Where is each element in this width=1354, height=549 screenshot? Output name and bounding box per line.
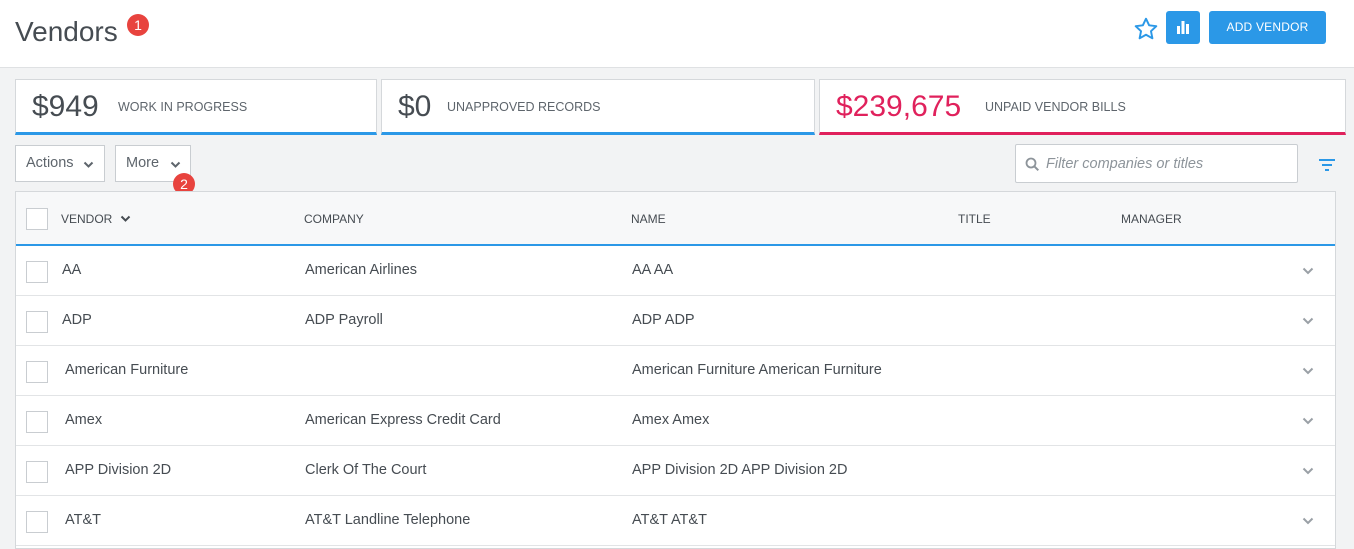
select-all-checkbox[interactable] bbox=[26, 208, 48, 230]
expand-row-chevron-icon[interactable] bbox=[1302, 517, 1314, 525]
stat-label: WORK IN PROGRESS bbox=[118, 100, 248, 114]
favorite-button[interactable] bbox=[1133, 16, 1159, 42]
stat-label: UNAPPROVED RECORDS bbox=[447, 100, 601, 114]
actions-label: Actions bbox=[26, 155, 74, 171]
add-vendor-button[interactable]: ADD VENDOR bbox=[1209, 11, 1326, 44]
filter-button[interactable] bbox=[1318, 157, 1336, 173]
cell-name: AT&T AT&T bbox=[632, 512, 707, 528]
cell-company: AT&T Landline Telephone bbox=[305, 512, 471, 528]
stat-card-unapproved-records[interactable]: $0 UNAPPROVED RECORDS bbox=[381, 79, 815, 135]
actions-dropdown[interactable]: Actions bbox=[15, 145, 105, 182]
vendors-table: VENDOR COMPANY NAME TITLE MANAGER AA Ame… bbox=[15, 191, 1336, 549]
cell-name: ADP ADP bbox=[632, 312, 695, 328]
search-box[interactable] bbox=[1015, 144, 1298, 183]
search-icon bbox=[1025, 157, 1040, 172]
table-row[interactable]: Amex American Express Credit Card Amex A… bbox=[16, 396, 1335, 446]
stat-card-work-in-progress[interactable]: $949 WORK IN PROGRESS bbox=[15, 79, 377, 135]
sort-chevron-icon[interactable] bbox=[120, 215, 131, 223]
page-header: Vendors 1 ADD VENDOR bbox=[0, 0, 1354, 68]
row-checkbox[interactable] bbox=[26, 461, 48, 483]
cell-company: Clerk Of The Court bbox=[305, 462, 427, 478]
cell-vendor[interactable]: American Furniture bbox=[65, 362, 188, 378]
column-header-company[interactable]: COMPANY bbox=[304, 212, 364, 226]
cell-vendor[interactable]: APP Division 2D bbox=[65, 462, 171, 478]
stat-amount: $239,675 bbox=[836, 90, 962, 123]
bar-chart-icon bbox=[1177, 21, 1189, 34]
cell-name: Amex Amex bbox=[632, 412, 710, 428]
cell-company: ADP Payroll bbox=[305, 312, 383, 328]
table-header: VENDOR COMPANY NAME TITLE MANAGER bbox=[16, 192, 1335, 246]
cell-company: American Airlines bbox=[305, 262, 418, 278]
notification-badge: 1 bbox=[127, 14, 149, 36]
page-title: Vendors bbox=[15, 16, 118, 47]
cell-vendor[interactable]: AT&T bbox=[65, 512, 101, 528]
star-icon bbox=[1134, 17, 1158, 40]
stat-amount: $949 bbox=[32, 90, 99, 123]
expand-row-chevron-icon[interactable] bbox=[1302, 367, 1314, 375]
table-row[interactable]: AT&T AT&T Landline Telephone AT&T AT&T bbox=[16, 496, 1335, 546]
cell-vendor[interactable]: ADP bbox=[62, 312, 92, 328]
table-row[interactable]: APP Division 2D Clerk Of The Court APP D… bbox=[16, 446, 1335, 496]
table-row[interactable]: ADP ADP Payroll ADP ADP bbox=[16, 296, 1335, 346]
cell-name: AA AA bbox=[632, 262, 674, 278]
expand-row-chevron-icon[interactable] bbox=[1302, 467, 1314, 475]
search-input[interactable] bbox=[1046, 153, 1291, 175]
cell-vendor[interactable]: Amex bbox=[65, 412, 102, 428]
column-header-vendor[interactable]: VENDOR bbox=[61, 212, 112, 226]
column-header-title[interactable]: TITLE bbox=[958, 212, 991, 226]
expand-row-chevron-icon[interactable] bbox=[1302, 267, 1314, 275]
table-row[interactable]: AA American Airlines AA AA bbox=[16, 246, 1335, 296]
row-checkbox[interactable] bbox=[26, 261, 48, 283]
table-row[interactable]: American Furniture American Furniture Am… bbox=[16, 346, 1335, 396]
stat-card-unpaid-vendor-bills[interactable]: $239,675 UNPAID VENDOR BILLS bbox=[819, 79, 1346, 135]
row-checkbox[interactable] bbox=[26, 511, 48, 533]
column-header-manager[interactable]: MANAGER bbox=[1121, 212, 1182, 226]
row-checkbox[interactable] bbox=[26, 361, 48, 383]
reports-button[interactable] bbox=[1166, 11, 1200, 44]
stat-label: UNPAID VENDOR BILLS bbox=[985, 100, 1126, 114]
cell-vendor[interactable]: AA bbox=[62, 262, 81, 278]
chevron-down-icon bbox=[83, 161, 94, 168]
cell-name: American Furniture American Furniture bbox=[632, 362, 882, 378]
cell-company: American Express Credit Card bbox=[305, 412, 501, 428]
expand-row-chevron-icon[interactable] bbox=[1302, 317, 1314, 325]
stat-amount: $0 bbox=[398, 90, 432, 123]
chevron-down-icon bbox=[170, 161, 181, 168]
filter-icon bbox=[1319, 159, 1335, 171]
column-header-name[interactable]: NAME bbox=[631, 212, 666, 226]
more-label: More bbox=[126, 155, 160, 171]
row-checkbox[interactable] bbox=[26, 311, 48, 333]
cell-name: APP Division 2D APP Division 2D bbox=[632, 462, 848, 478]
expand-row-chevron-icon[interactable] bbox=[1302, 417, 1314, 425]
row-checkbox[interactable] bbox=[26, 411, 48, 433]
